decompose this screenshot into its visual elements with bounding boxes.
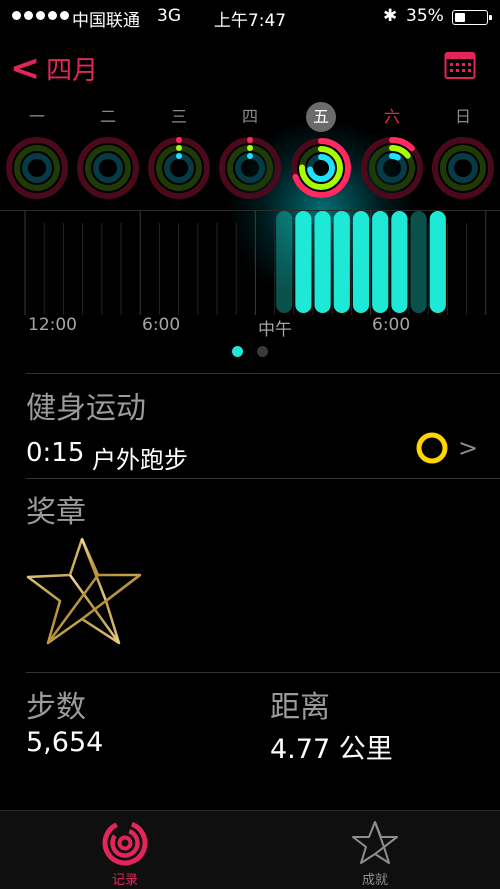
day-thu[interactable]: 四 bbox=[216, 102, 284, 200]
page-dot-active bbox=[232, 346, 243, 357]
divider bbox=[26, 478, 500, 479]
hourly-activity-chart[interactable]: 12:00 6:00 中午 6:00 bbox=[0, 210, 500, 341]
week-strip: 一 二 三 四 五 六 日 bbox=[0, 102, 500, 210]
tab-achievements[interactable]: 成就 bbox=[250, 811, 500, 889]
chart-bar bbox=[429, 211, 446, 313]
workout-activity: 户外跑步 bbox=[92, 446, 188, 474]
day-label-selected: 五 bbox=[306, 102, 336, 132]
back-label: 四月 bbox=[46, 56, 99, 86]
battery-icon bbox=[452, 10, 492, 25]
activity-rings-icon bbox=[77, 137, 139, 199]
day-sat[interactable]: 六 bbox=[358, 102, 426, 200]
day-sun[interactable]: 日 bbox=[429, 102, 497, 200]
workout-ring-icon bbox=[416, 432, 448, 464]
day-wed[interactable]: 三 bbox=[145, 102, 213, 200]
tab-history[interactable]: 记录 bbox=[0, 811, 250, 889]
day-label: 日 bbox=[454, 107, 471, 126]
chart-bar bbox=[372, 211, 389, 313]
star-tab-icon bbox=[352, 821, 398, 864]
steps-label: 步数 bbox=[26, 690, 86, 725]
bluetooth-icon: ✱ bbox=[383, 6, 398, 26]
status-bar: 中国联通 3G 上午7:47 ✱ 35% bbox=[0, 0, 500, 34]
tab-label: 成就 bbox=[361, 873, 388, 888]
steps-value: 5,654 bbox=[26, 727, 104, 758]
back-button[interactable]: < 四月 bbox=[10, 50, 98, 87]
day-label: 四 bbox=[241, 107, 258, 126]
chart-x-label: 中午 bbox=[258, 320, 292, 340]
chevron-right-icon: > bbox=[458, 434, 479, 462]
tab-label: 记录 bbox=[111, 873, 138, 888]
divider bbox=[26, 373, 500, 374]
workout-duration: 0:15 bbox=[26, 438, 85, 468]
activity-rings-icon bbox=[361, 137, 423, 199]
chart-bar bbox=[333, 211, 350, 313]
tab-bar: 记录 成就 bbox=[0, 810, 500, 889]
star-medal-icon[interactable] bbox=[26, 535, 146, 650]
chart-bar bbox=[410, 211, 427, 313]
activity-rings-icon bbox=[6, 137, 68, 199]
activity-rings-tab-icon bbox=[102, 820, 148, 866]
activity-rings-icon bbox=[219, 137, 281, 199]
chart-bar bbox=[295, 211, 312, 313]
day-label: 六 bbox=[383, 107, 400, 126]
divider bbox=[26, 672, 500, 673]
calendar-icon bbox=[444, 52, 476, 79]
distance-label: 距离 bbox=[270, 690, 330, 725]
battery-percent: 35% bbox=[406, 6, 444, 26]
day-fri[interactable]: 五 bbox=[287, 102, 355, 200]
activity-rings-icon bbox=[432, 137, 494, 199]
chart-x-label: 6:00 bbox=[142, 315, 181, 335]
distance-value: 4.77 公里 bbox=[270, 734, 393, 765]
awards-section-title: 奖章 bbox=[26, 495, 86, 530]
chart-bar bbox=[314, 211, 331, 313]
navigation-bar: < 四月 bbox=[0, 34, 500, 98]
day-label: 三 bbox=[170, 107, 187, 126]
chart-x-label: 12:00 bbox=[28, 315, 77, 335]
page-dot bbox=[257, 346, 268, 357]
day-label: 二 bbox=[99, 107, 116, 126]
page-indicator[interactable] bbox=[0, 346, 500, 358]
day-tue[interactable]: 二 bbox=[74, 102, 142, 200]
chart-bar bbox=[352, 211, 370, 313]
day-mon[interactable]: 一 bbox=[3, 102, 71, 200]
hourly-bars bbox=[24, 211, 487, 315]
chart-bar bbox=[276, 211, 293, 313]
workouts-section-title: 健身运动 bbox=[26, 391, 146, 426]
chevron-left-icon: < bbox=[10, 47, 41, 89]
chart-bar bbox=[391, 211, 408, 313]
workout-row[interactable]: 0:15 户外跑步 > bbox=[26, 432, 500, 474]
calendar-button[interactable] bbox=[444, 50, 476, 80]
activity-rings-icon bbox=[148, 137, 210, 199]
activity-rings-icon bbox=[291, 138, 351, 198]
chart-x-label: 6:00 bbox=[372, 315, 411, 335]
day-label: 一 bbox=[28, 107, 45, 126]
